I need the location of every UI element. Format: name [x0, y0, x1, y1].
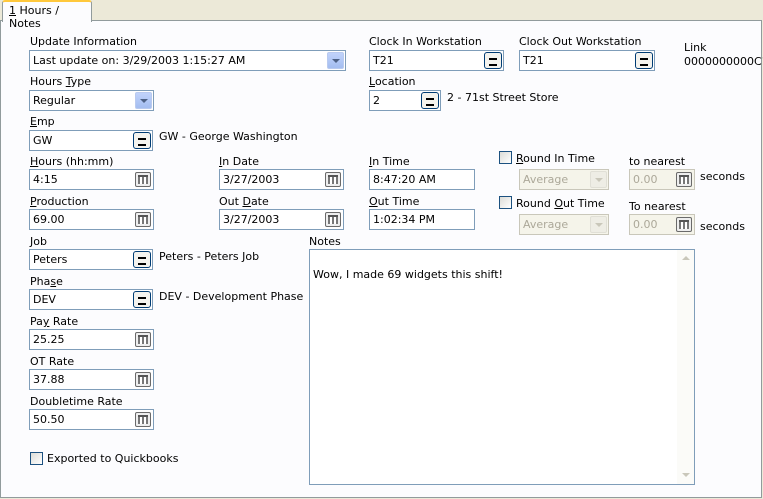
location-label: Location: [369, 75, 416, 88]
location-combo[interactable]: 2: [369, 90, 441, 111]
phase-combo[interactable]: DEV: [29, 289, 153, 310]
ot-rate-label: OT Rate: [30, 355, 75, 368]
notes-scrollbar[interactable]: [677, 250, 694, 484]
calendar-icon[interactable]: [325, 212, 341, 227]
calendar-icon[interactable]: [325, 172, 341, 187]
job-combo[interactable]: Peters: [29, 249, 153, 270]
calculator-icon[interactable]: [135, 172, 151, 187]
to-nearest-out-label: To nearest: [629, 200, 686, 213]
exported-checkbox[interactable]: [30, 452, 43, 465]
in-date-label: In Date: [219, 155, 260, 168]
to-nearest-out-input[interactable]: 0.00: [629, 214, 695, 235]
emp-label: Emp: [30, 115, 55, 128]
clock-in-ws-combo[interactable]: T21: [369, 50, 504, 71]
emp-desc: GW - George Washington: [159, 130, 298, 143]
job-label: Job: [30, 235, 47, 248]
pay-rate-label: Pay Rate: [30, 315, 79, 328]
scroll-down-icon[interactable]: [677, 467, 694, 484]
chevron-down-icon[interactable]: [590, 171, 607, 188]
chevron-down-icon[interactable]: [590, 216, 607, 233]
calculator-icon[interactable]: [135, 372, 151, 387]
in-date-input[interactable]: 3/27/2003: [219, 169, 344, 190]
pay-rate-input[interactable]: 25.25: [29, 329, 154, 350]
location-desc: 2 - 71st Street Store: [447, 91, 559, 104]
in-time-input[interactable]: 8:47:20 AM: [369, 169, 475, 190]
in-time-label: In Time: [369, 155, 410, 168]
round-in-checkbox[interactable]: [499, 151, 512, 164]
dt-rate-label: Doubletime Rate: [30, 395, 123, 408]
dropdown-icon[interactable]: [635, 52, 653, 69]
dropdown-icon[interactable]: [484, 52, 502, 69]
update-info-combo[interactable]: Last update on: 3/29/2003 1:15:27 AM: [29, 50, 346, 71]
round-out-checkbox[interactable]: [499, 196, 512, 209]
to-nearest-in-input[interactable]: 0.00: [629, 169, 695, 190]
dropdown-icon[interactable]: [133, 132, 151, 149]
hours-type-combo[interactable]: Regular: [29, 90, 154, 111]
clock-out-ws-combo[interactable]: T21: [519, 50, 655, 71]
dropdown-icon[interactable]: [133, 291, 151, 308]
job-desc: Peters - Peters Job: [159, 250, 260, 263]
to-nearest-in-label: to nearest: [629, 155, 686, 168]
scroll-up-icon[interactable]: [677, 250, 694, 267]
dropdown-icon[interactable]: [133, 251, 151, 268]
notes-text: Wow, I made 69 widgets this shift!: [313, 268, 503, 281]
chevron-down-icon[interactable]: [327, 52, 344, 69]
dt-rate-input[interactable]: 50.50: [29, 409, 154, 430]
out-date-input[interactable]: 3/27/2003: [219, 209, 344, 230]
production-label: Production: [30, 195, 89, 208]
chevron-down-icon[interactable]: [135, 92, 152, 109]
emp-combo[interactable]: GW: [29, 130, 153, 151]
link-value: 0000000000C1: [684, 55, 763, 68]
calculator-icon[interactable]: [135, 412, 151, 427]
calculator-icon[interactable]: [676, 172, 692, 187]
production-input[interactable]: 69.00: [29, 209, 154, 230]
hours-input[interactable]: 4:15: [29, 169, 154, 190]
calculator-icon[interactable]: [676, 217, 692, 232]
calculator-icon[interactable]: [135, 332, 151, 347]
notes-textarea[interactable]: Wow, I made 69 widgets this shift!: [309, 249, 695, 485]
tab-hours-notes[interactable]: 1 Hours / Notes: [2, 0, 92, 30]
phase-label: Phase: [30, 275, 63, 288]
dropdown-icon[interactable]: [421, 92, 439, 109]
round-in-method-combo[interactable]: Average: [519, 169, 609, 190]
exported-label: Exported to Quickbooks: [47, 452, 179, 465]
clock-out-ws-label: Clock Out Workstation: [519, 35, 642, 48]
notes-label: Notes: [309, 235, 341, 248]
seconds-out-unit: seconds: [700, 220, 745, 233]
update-info-label: Update Information: [30, 35, 138, 48]
link-label: Link: [684, 41, 707, 54]
round-out-label: Round Out Time: [516, 197, 605, 210]
hours-label: Hours (hh:mm): [30, 155, 114, 168]
round-out-method-combo[interactable]: Average: [519, 214, 609, 235]
ot-rate-input[interactable]: 37.88: [29, 369, 154, 390]
clock-in-ws-label: Clock In Workstation: [369, 35, 482, 48]
out-time-input[interactable]: 1:02:34 PM: [369, 209, 475, 230]
seconds-in-unit: seconds: [700, 170, 745, 183]
calculator-icon[interactable]: [135, 212, 151, 227]
out-time-label: Out Time: [369, 195, 420, 208]
hours-type-label: Hours Type: [30, 75, 92, 88]
out-date-label: Out Date: [219, 195, 269, 208]
round-in-label: Round In Time: [516, 152, 595, 165]
phase-desc: DEV - Development Phase: [159, 290, 304, 303]
